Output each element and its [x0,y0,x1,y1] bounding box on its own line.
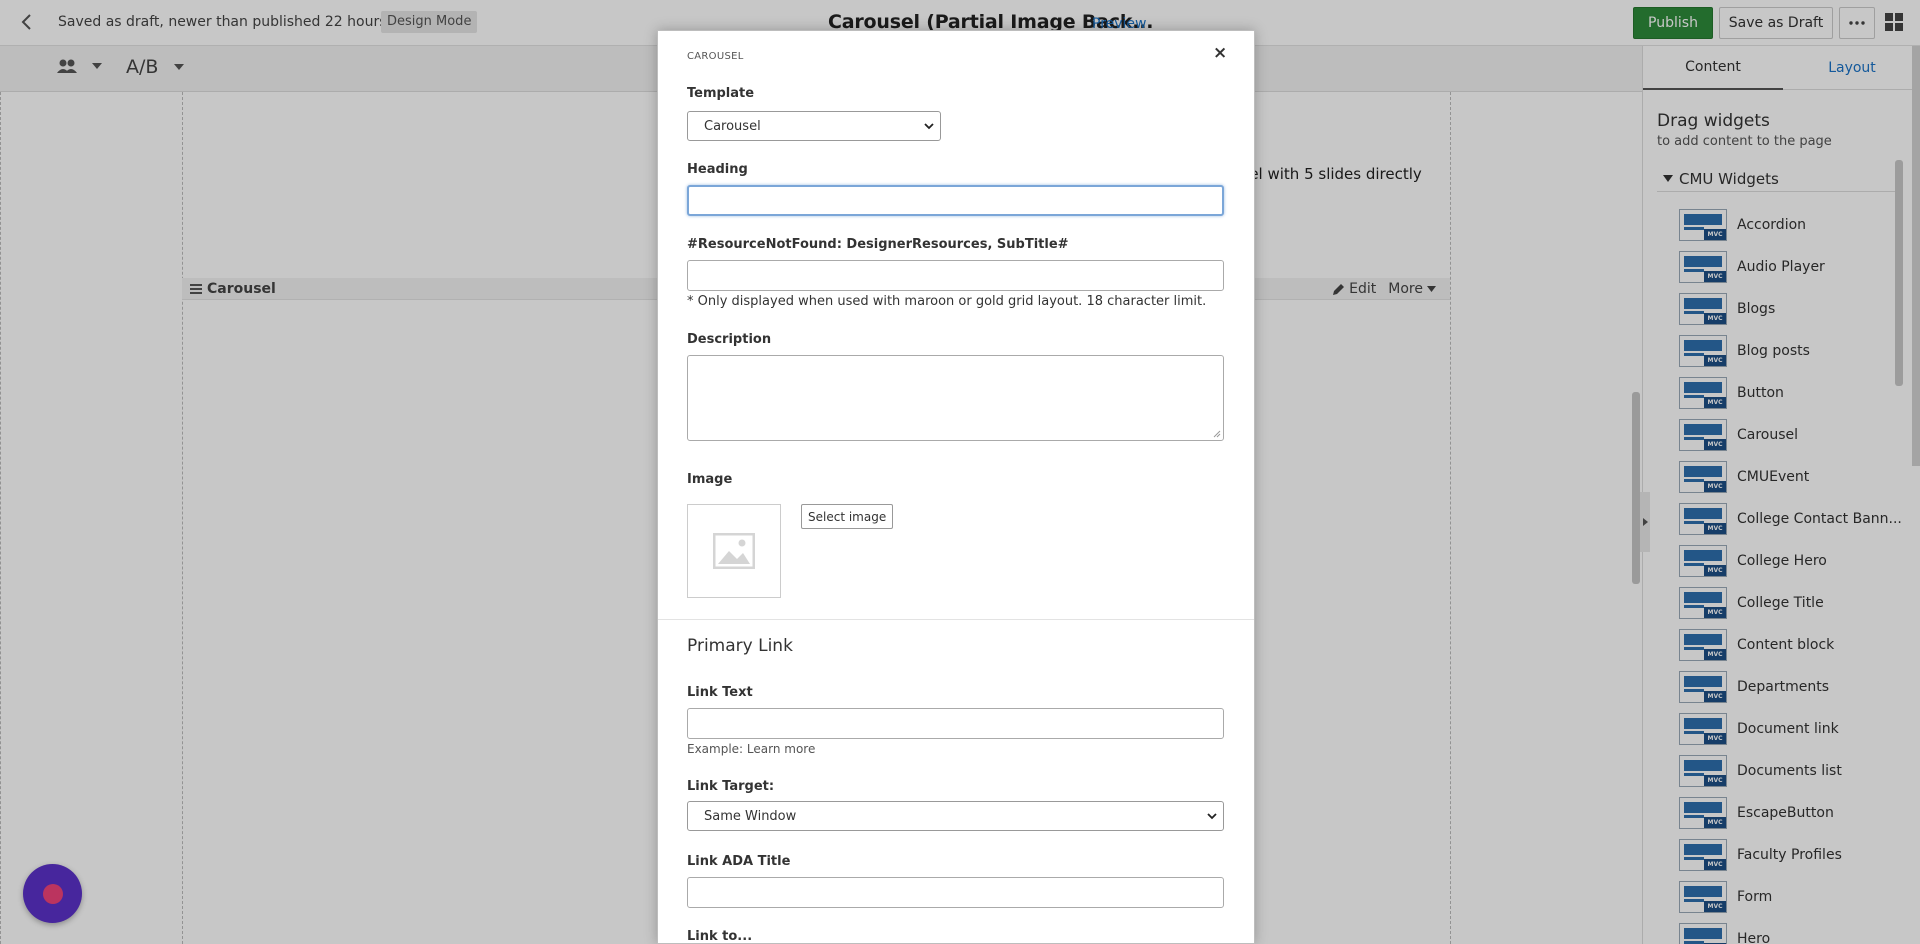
description-textarea[interactable] [687,355,1224,441]
template-select[interactable]: Carousel [687,111,941,141]
link-target-value: Same Window [704,808,797,824]
description-label: Description [687,332,772,347]
chevron-down-icon [924,123,934,130]
dialog-title: CAROUSEL [687,51,744,62]
image-icon [713,533,755,569]
section-divider [658,619,1254,620]
link-target-label: Link Target: [687,779,775,794]
heading-input[interactable] [687,185,1224,216]
close-icon[interactable]: × [1213,43,1227,63]
resize-grip-icon[interactable] [1213,430,1221,438]
subtitle-input[interactable] [687,260,1224,291]
carousel-edit-dialog: CAROUSEL × Template Carousel Heading #Re… [657,30,1255,944]
subtitle-label: #ResourceNotFound: DesignerResources, Su… [687,237,1069,252]
link-text-input[interactable] [687,708,1224,739]
link-text-example: Example: Learn more [687,742,816,756]
template-label: Template [687,86,755,101]
link-ada-label: Link ADA Title [687,854,791,869]
heading-label: Heading [687,162,748,177]
link-text-label: Link Text [687,685,753,700]
link-ada-input[interactable] [687,877,1224,908]
primary-link-title: Primary Link [687,636,793,656]
image-placeholder [687,504,781,598]
link-to-label: Link to... [687,929,753,944]
image-label: Image [687,472,733,487]
subtitle-hint: * Only displayed when used with maroon o… [687,294,1207,309]
chevron-down-icon [1207,813,1217,820]
select-image-button[interactable]: Select image [801,504,894,529]
template-select-value: Carousel [704,118,761,134]
link-target-select[interactable]: Same Window [687,801,1224,831]
